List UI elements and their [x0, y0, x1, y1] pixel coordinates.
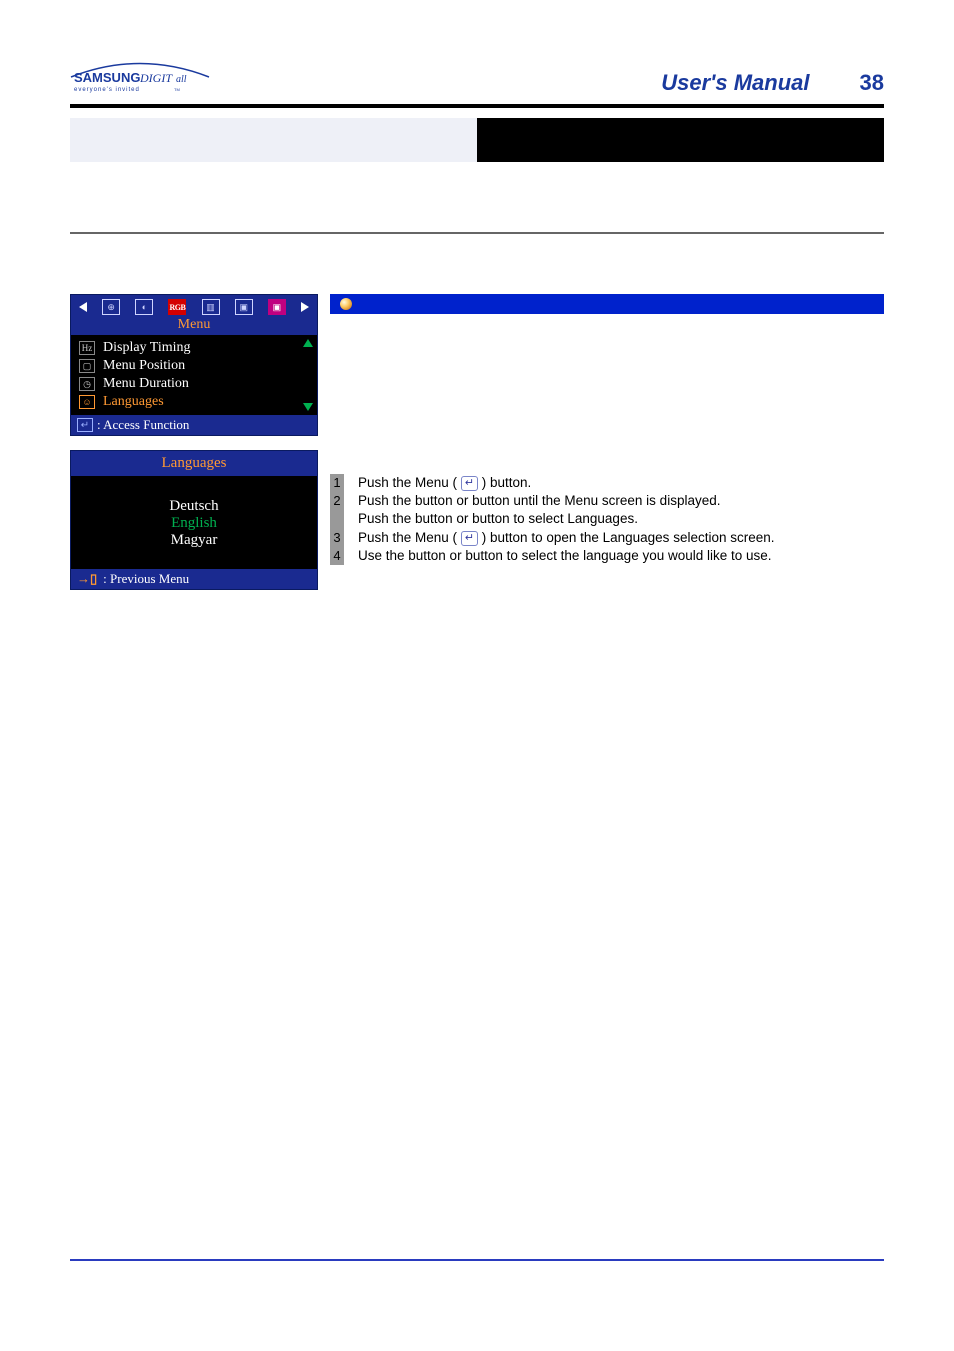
arrow-down-icon: [303, 403, 313, 411]
svg-text:DIGIT: DIGIT: [139, 71, 173, 85]
languages-icon: ☺: [79, 395, 95, 409]
enter-icon: ↵: [461, 531, 478, 546]
step-number: 2: [330, 492, 344, 528]
samsung-logo: SAMSUNG DIGIT all everyone's invited TM: [70, 60, 210, 96]
step-number: 4: [330, 547, 344, 565]
step-number: 3: [330, 529, 344, 547]
osd-item-label: Menu Duration: [103, 376, 189, 392]
arrow-up-icon: [303, 339, 313, 347]
clock-icon: ◷: [79, 377, 95, 391]
instruction-steps: 1 Push the Menu ( ↵ ) button. 2 Push the…: [330, 474, 884, 565]
bullet-icon: [340, 298, 352, 310]
language-option: Magyar: [71, 532, 317, 549]
osd-menu-screenshot: ⊕ ◐ RGB ▥ ▣ ▣ Menu Hz Display Timing: [70, 294, 318, 436]
osd-languages-title: Languages: [71, 451, 317, 476]
rgb-icon: RGB: [168, 299, 186, 315]
section-bullet-bar: [330, 294, 884, 314]
header-rule: [70, 104, 884, 108]
osd-item-label: Languages: [103, 394, 164, 410]
svg-text:TM: TM: [174, 87, 180, 92]
osd-item-label: Display Timing: [103, 340, 191, 356]
step-text: Push the button or button until the Menu…: [344, 492, 775, 528]
brightness-icon: ◐: [135, 299, 153, 315]
exit-icon: →▯: [77, 571, 97, 587]
position-small-icon: ▢: [79, 359, 95, 373]
osd-menu-label: Menu: [77, 317, 311, 333]
screen-icon: ▣: [235, 299, 253, 315]
osd-item-languages: ☺ Languages: [79, 393, 309, 411]
step-text: Push the Menu ( ↵ ) button to open the L…: [344, 529, 775, 547]
osd-footer: ↵ : Access Function: [71, 415, 317, 435]
language-option-selected: English: [71, 515, 317, 532]
header-title: User's Manual: [661, 70, 809, 96]
divider: [70, 232, 884, 234]
language-option: Deutsch: [71, 498, 317, 515]
footer-rule: [70, 1259, 884, 1261]
menu-icon-selected: ▣: [268, 299, 286, 315]
osd-footer-label: : Previous Menu: [103, 571, 189, 587]
enter-icon: ↵: [77, 418, 93, 432]
enter-icon: ↵: [461, 476, 478, 491]
arrow-up-icon: [187, 484, 201, 494]
step-line: Push the button or button until the Menu…: [358, 493, 720, 508]
svg-text:all: all: [176, 74, 187, 85]
step-number: 1: [330, 474, 344, 492]
section-bar: [70, 118, 884, 162]
arrow-left-icon: [79, 302, 87, 312]
osd-item-menu-position: ▢ Menu Position: [79, 357, 309, 375]
svg-text:everyone's invited: everyone's invited: [74, 87, 140, 93]
arrow-right-icon: [301, 302, 309, 312]
step-text: Use the button or button to select the l…: [344, 547, 775, 565]
bars-icon: ▥: [202, 299, 220, 315]
step-line: Push the button or button to select Lang…: [358, 511, 638, 526]
osd-item-label: Menu Position: [103, 358, 185, 374]
osd-footer-label: : Access Function: [97, 417, 189, 433]
page-header: SAMSUNG DIGIT all everyone's invited TM …: [70, 60, 884, 96]
hz-icon: Hz: [79, 341, 95, 355]
osd-languages-screenshot: Languages Deutsch English Magyar →▯ : Pr…: [70, 450, 318, 590]
arrow-down-icon: [187, 553, 201, 563]
page-number: 38: [860, 70, 884, 96]
osd-item-menu-duration: ◷ Menu Duration: [79, 375, 309, 393]
svg-text:SAMSUNG: SAMSUNG: [74, 70, 140, 85]
osd-item-display-timing: Hz Display Timing: [79, 339, 309, 357]
step-text: Push the Menu ( ↵ ) button.: [344, 474, 775, 492]
position-icon: ⊕: [102, 299, 120, 315]
osd-languages-footer: →▯ : Previous Menu: [71, 569, 317, 589]
